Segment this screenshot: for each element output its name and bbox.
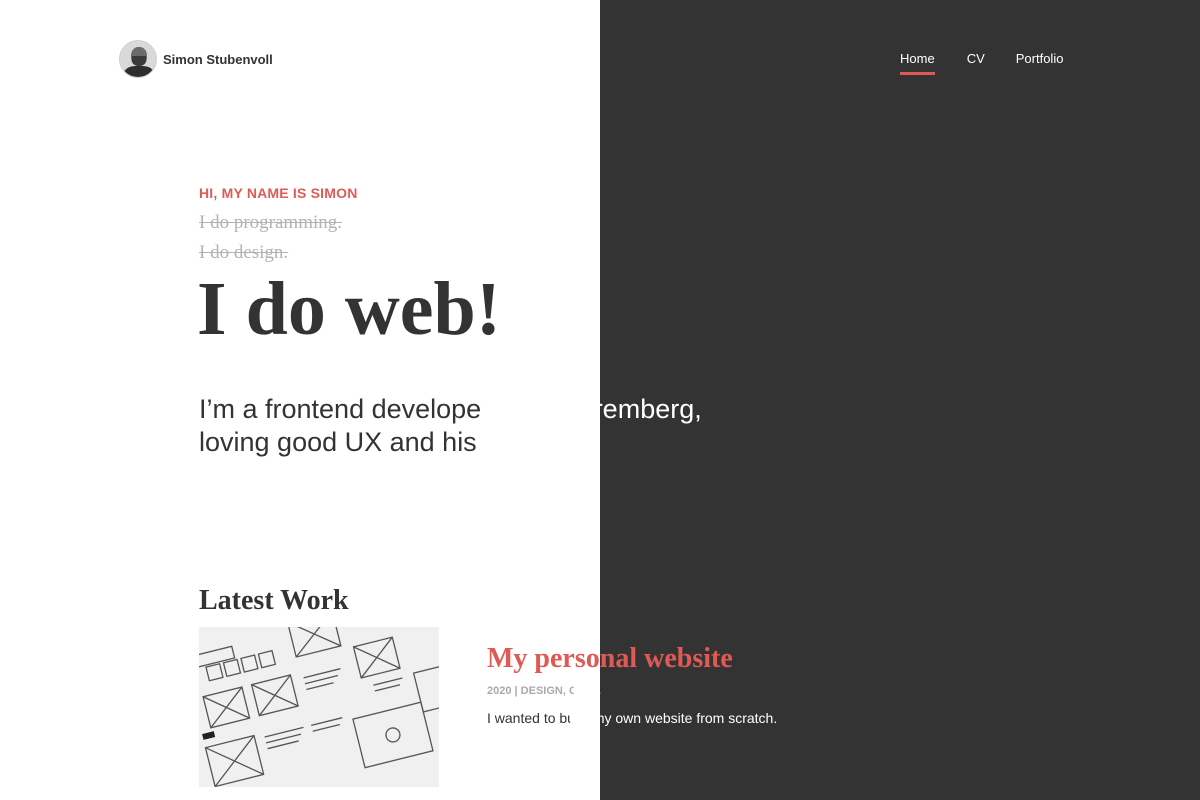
avatar[interactable] [119,40,157,78]
tagline: I’m a frontend developer from Nuremberg,… [199,393,819,463]
latest-work-heading: Latest Work [199,585,349,616]
hero-heading: I do web! [197,267,502,351]
nav-home[interactable]: Home [900,51,935,75]
work-item-title[interactable]: My personal website [487,643,733,675]
struck-line-programming: I do programming. [199,212,343,233]
site-name[interactable]: Simon Stubenvoll [163,52,273,67]
work-item-meta-left: 2020 | DESIGN, CODE [487,685,601,697]
struck-line-design: I do design. [199,242,289,263]
site-header: Simon Stubenvoll [119,40,273,78]
main-nav: Home CV Portfolio [900,51,1064,75]
work-item-description: I wanted to build my own website from sc… [487,710,807,728]
wireframe-sketch-image[interactable] [199,627,439,787]
intro-kicker: HI, MY NAME IS SIMON [199,185,358,201]
nav-portfolio[interactable]: Portfolio [1016,51,1064,66]
nav-cv[interactable]: CV [967,51,985,66]
work-item-meta: 2020 | DESIGN, CODE 2020 | DESIGN, CODE [487,685,627,699]
